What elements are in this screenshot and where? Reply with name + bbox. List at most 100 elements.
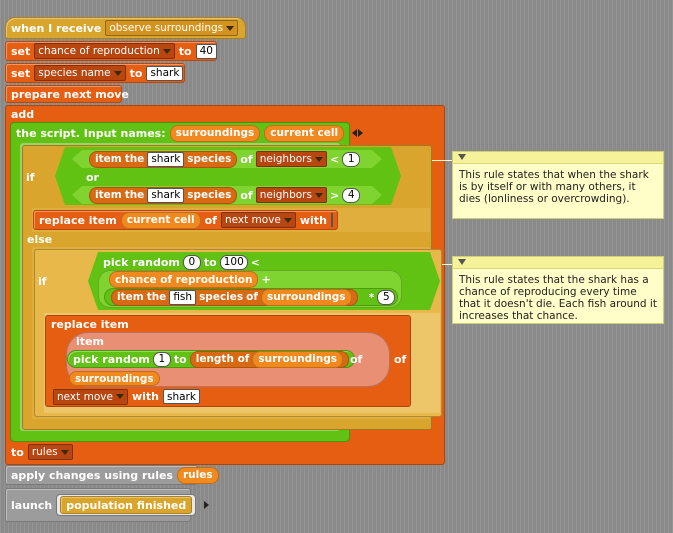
or-label: or xyxy=(86,171,99,184)
replace-target-row: next move with shark xyxy=(48,388,205,405)
species-input[interactable]: fish xyxy=(169,289,197,305)
pick-random-label: pick random xyxy=(103,255,180,269)
item-label: item xyxy=(95,153,122,165)
when-i-receive-hat[interactable]: when I receive observe surroundings xyxy=(5,17,246,39)
if-label: if xyxy=(38,275,47,288)
item-label: item xyxy=(76,335,104,348)
species-label: species xyxy=(187,189,232,201)
param-current-cell[interactable]: current cell xyxy=(264,124,345,142)
species-label: species xyxy=(187,153,232,165)
set-label: set xyxy=(11,44,31,58)
length-label: length of xyxy=(195,353,250,365)
comment-box[interactable]: This rule states that the shark has a ch… xyxy=(452,256,664,324)
current-cell-var[interactable]: current cell xyxy=(120,211,201,229)
of-label: of xyxy=(240,188,253,202)
value-input[interactable]: 40 xyxy=(195,43,217,59)
item-label: item xyxy=(95,189,122,201)
comment-titlebar[interactable] xyxy=(453,152,663,164)
param-arrows-icon[interactable] xyxy=(352,129,364,137)
to-label: to xyxy=(173,352,187,366)
prepare-label: prepare next move xyxy=(11,87,129,101)
compare-value[interactable]: 1 xyxy=(342,151,361,167)
comment-titlebar[interactable] xyxy=(453,257,663,269)
pick-random-block[interactable]: pick random 1 to length of surroundings xyxy=(67,350,355,368)
comment-box[interactable]: This rule states that when the shark is … xyxy=(452,151,664,219)
the-label: the xyxy=(124,189,145,201)
set-label: set xyxy=(11,66,31,80)
with-label: with xyxy=(131,390,159,403)
replace-item-block[interactable]: replace item current cell of next move w… xyxy=(33,210,338,230)
to-label: to xyxy=(11,445,24,459)
item-block[interactable]: item the fish species of surroundings xyxy=(111,288,358,306)
comment-connector xyxy=(432,160,452,161)
of-label: of xyxy=(240,152,253,166)
item-species-neighbors-1: item the shark species of neighbors < 1 xyxy=(84,150,365,168)
message-dropdown[interactable]: observe surroundings xyxy=(105,20,239,36)
comment-text[interactable]: This rule states that when the shark is … xyxy=(453,164,663,210)
surroundings-var[interactable]: surroundings xyxy=(252,350,343,368)
collapse-triangle-icon[interactable] xyxy=(458,154,466,160)
launch-label: launch xyxy=(11,498,53,512)
neighbors-dropdown[interactable]: neighbors xyxy=(255,151,327,167)
item-block[interactable]: item the shark species xyxy=(89,186,238,204)
multiplier-value[interactable]: 5 xyxy=(377,289,396,305)
set-variable-block[interactable]: set species name to shark xyxy=(5,63,185,83)
random-to[interactable]: 100 xyxy=(219,254,248,270)
less-than-operator: < xyxy=(250,255,260,269)
sum-row: chance of reproduction + xyxy=(104,271,276,288)
species-input[interactable]: shark xyxy=(147,187,185,203)
rules-var[interactable]: rules xyxy=(176,466,219,484)
greater-than-operator: > xyxy=(329,188,340,202)
to-label: to xyxy=(129,66,143,80)
hat-label: when I receive xyxy=(11,21,102,35)
replace-item-label: replace item xyxy=(39,213,117,227)
apply-label: apply changes using rules xyxy=(11,468,173,482)
pick-random-row: pick random 0 to 100 < xyxy=(98,253,265,271)
the-label: the xyxy=(146,291,167,303)
pick-random-label: pick random xyxy=(73,352,150,366)
species-label: species xyxy=(199,291,244,303)
launch-ring[interactable]: population finished xyxy=(56,494,197,516)
value-input[interactable]: shark xyxy=(146,65,184,81)
item-species-neighbors-2: item the shark species of neighbors > 4 xyxy=(84,186,365,204)
list-dropdown[interactable]: next move xyxy=(220,212,296,228)
variable-dropdown[interactable]: chance of reproduction xyxy=(34,43,175,59)
set-variable-block[interactable]: set chance of reproduction to 40 xyxy=(5,41,217,61)
species-input[interactable]: shark xyxy=(147,151,185,167)
length-block[interactable]: length of surroundings xyxy=(189,350,349,368)
neighbors-dropdown[interactable]: neighbors xyxy=(255,187,327,203)
with-input[interactable] xyxy=(330,213,333,227)
add-label: add xyxy=(11,108,35,121)
item-block[interactable]: item the shark species xyxy=(89,150,238,168)
chance-of-reproduction-var[interactable]: chance of reproduction xyxy=(109,271,259,288)
script-header: the script. Input names: surroundings cu… xyxy=(11,123,364,143)
to-label: to xyxy=(203,255,217,269)
list-dropdown[interactable]: next move xyxy=(53,388,128,405)
of-label: of xyxy=(246,291,258,303)
product-row: item the fish species of surroundings * … xyxy=(106,288,400,306)
compare-value[interactable]: 4 xyxy=(342,187,361,203)
with-input[interactable]: shark xyxy=(162,389,200,404)
replace-item-label: replace item xyxy=(51,318,129,331)
the-label: the xyxy=(124,153,145,165)
param-surroundings[interactable]: surroundings xyxy=(169,124,261,142)
if-label: if xyxy=(26,171,35,184)
broadcast-block[interactable]: population finished xyxy=(60,496,193,514)
variable-dropdown[interactable]: species name xyxy=(34,65,126,81)
random-from[interactable]: 1 xyxy=(152,351,171,367)
population-finished-label: population finished xyxy=(66,498,187,512)
to-label: to xyxy=(178,44,192,58)
surroundings-var[interactable]: surroundings xyxy=(69,371,160,386)
random-from[interactable]: 0 xyxy=(182,254,201,270)
expand-arrow-icon[interactable] xyxy=(204,501,210,509)
less-than-operator: < xyxy=(329,152,340,166)
launch-block[interactable]: launch population finished xyxy=(5,488,210,522)
apply-changes-block[interactable]: apply changes using rules rules xyxy=(5,465,219,485)
plus-operator: + xyxy=(261,273,271,286)
prepare-next-move-block[interactable]: prepare next move xyxy=(5,85,129,103)
collapse-triangle-icon[interactable] xyxy=(458,259,466,265)
comment-text[interactable]: This rule states that the shark has a ch… xyxy=(453,269,663,327)
rules-dropdown[interactable]: rules xyxy=(27,444,73,460)
else-label: else xyxy=(27,233,53,246)
surroundings-var[interactable]: surroundings xyxy=(260,288,352,306)
